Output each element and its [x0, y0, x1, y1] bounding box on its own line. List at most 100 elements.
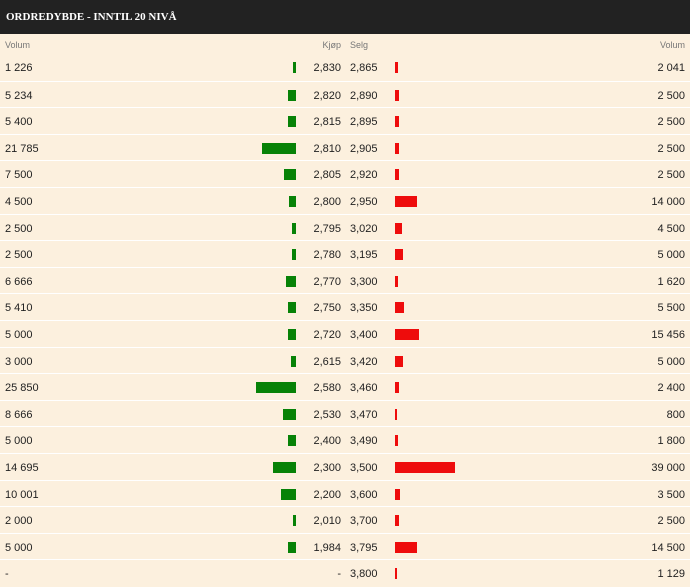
bid-volume-bar: [293, 62, 296, 73]
order-row: 3 000 2,615 3,420 5 000: [0, 346, 690, 374]
order-row: 1 226 2,830 2,865 2 041: [0, 54, 690, 81]
ask-volume-bar: [395, 222, 402, 234]
ask-volume: 4 500: [657, 222, 685, 235]
ask-volume-bar: [395, 541, 418, 553]
bid-volume: 5 410: [5, 302, 33, 315]
ask-volume: 2 500: [657, 142, 685, 155]
order-row: 21 785 2,810 2,905 2 500: [0, 133, 690, 161]
order-row: 5 000 2,400 3,490 1 800: [0, 426, 690, 453]
ask-price: 3,490: [350, 435, 378, 448]
bid-price: 2,010: [313, 515, 341, 528]
bid-volume-bar: [288, 435, 296, 447]
bid-price: 2,580: [313, 382, 341, 395]
ask-price: 3,020: [350, 222, 378, 235]
ask-volume-bar: [395, 328, 419, 340]
order-row: 2 500 2,780 3,195 5 000: [0, 240, 690, 267]
bid-price: 2,615: [313, 355, 341, 368]
ask-volume: 1 800: [657, 435, 685, 448]
bid-price: 2,200: [313, 488, 341, 501]
ask-volume: 2 500: [657, 116, 685, 129]
order-row: - -3,800 1 129: [0, 559, 690, 586]
bid-volume-bar: [256, 382, 296, 394]
column-headers: Volum Kjøp Selg Volum: [0, 34, 690, 54]
ask-price: 2,865: [350, 62, 378, 74]
bid-volume: 1 226: [5, 62, 33, 74]
ask-volume: 2 500: [657, 515, 685, 528]
ask-volume-bar: [395, 408, 397, 420]
bid-price: 2,810: [313, 142, 341, 155]
bid-volume-bar: [287, 89, 296, 101]
ask-price: 3,350: [350, 302, 378, 315]
bid-volume-bar: [287, 116, 296, 128]
order-row: 7 500 2,805 2,920 2 500: [0, 160, 690, 187]
bid-volume-bar: [292, 515, 296, 527]
bid-price: 2,300: [313, 461, 341, 474]
ask-volume: 5 500: [657, 302, 685, 315]
bid-volume-bar: [282, 408, 296, 420]
order-row: 5 410 2,750 3,350 5 500: [0, 293, 690, 320]
bid-volume-bar: [291, 355, 296, 367]
ask-volume: 1 129: [657, 568, 685, 581]
order-row: 8 666 2,530 3,470 800: [0, 399, 690, 427]
ask-volume-bar: [395, 116, 399, 128]
ask-price: 3,195: [350, 249, 378, 262]
ask-price: 3,500: [350, 461, 378, 474]
bid-volume: 4 500: [5, 195, 33, 208]
bid-volume-bar: [262, 142, 296, 154]
bid-price: 2,800: [313, 195, 341, 208]
ask-volume-bar: [395, 302, 404, 314]
bid-volume: -: [5, 568, 9, 581]
ask-price: 3,795: [350, 541, 378, 554]
bid-volume-bar: [284, 169, 296, 181]
bid-volume: 14 695: [5, 461, 39, 474]
bid-price: 2,770: [313, 275, 341, 288]
col-bid: Kjøp: [322, 40, 341, 50]
bid-volume: 2 000: [5, 515, 33, 528]
ask-price: 3,800: [350, 568, 378, 581]
bid-volume-bar: [287, 302, 296, 314]
ask-volume: 2 500: [657, 169, 685, 182]
bid-volume-bar: [292, 222, 296, 234]
ask-volume-bar: [395, 195, 417, 207]
bid-volume-bar: [285, 275, 296, 287]
bid-price: 2,805: [313, 169, 341, 182]
bid-volume: 2 500: [5, 222, 33, 235]
ask-volume-bar: [395, 382, 399, 394]
ask-volume: 14 500: [651, 541, 685, 554]
order-row: 6 666 2,770 3,300 1 620: [0, 266, 690, 294]
ask-volume: 2 400: [657, 382, 685, 395]
order-row: 2 500 2,795 3,020 4 500: [0, 213, 690, 241]
order-row: 14 695 2,300 3,500 39 000: [0, 452, 690, 480]
bid-price: 2,795: [313, 222, 341, 235]
ask-price: 3,400: [350, 328, 378, 341]
bid-price: 1,984: [313, 541, 341, 554]
bid-volume: 6 666: [5, 275, 33, 288]
ask-price: 3,470: [350, 408, 378, 421]
bid-price: 2,780: [313, 249, 341, 262]
bid-price: 2,820: [313, 89, 341, 102]
ask-volume-bar: [395, 249, 403, 261]
ask-price: 3,420: [350, 355, 378, 368]
ask-volume-bar: [395, 568, 397, 580]
order-row: 5 000 1,984 3,795 14 500: [0, 532, 690, 560]
ask-volume: 1 620: [657, 275, 685, 288]
ask-volume-bar: [395, 62, 399, 73]
ask-volume-bar: [395, 142, 399, 154]
bid-volume: 5 000: [5, 541, 33, 554]
ask-price: 2,895: [350, 116, 378, 129]
bid-volume-bar: [289, 195, 296, 207]
bid-price: 2,830: [313, 62, 341, 74]
bid-volume: 8 666: [5, 408, 33, 421]
order-row: 5 234 2,820 2,890 2 500: [0, 80, 690, 108]
ask-volume-bar: [395, 355, 403, 367]
bid-price: 2,720: [313, 328, 341, 341]
ask-volume: 14 000: [651, 195, 685, 208]
ask-volume-bar: [395, 515, 399, 527]
ask-volume: 2 500: [657, 89, 685, 102]
ask-volume: 15 456: [651, 328, 685, 341]
bid-volume: 5 000: [5, 328, 33, 341]
bid-price: 2,750: [313, 302, 341, 315]
col-ask: Selg: [350, 40, 369, 50]
ask-volume-bar: [395, 435, 398, 447]
order-row: 25 850 2,580 3,460 2 400: [0, 373, 690, 400]
